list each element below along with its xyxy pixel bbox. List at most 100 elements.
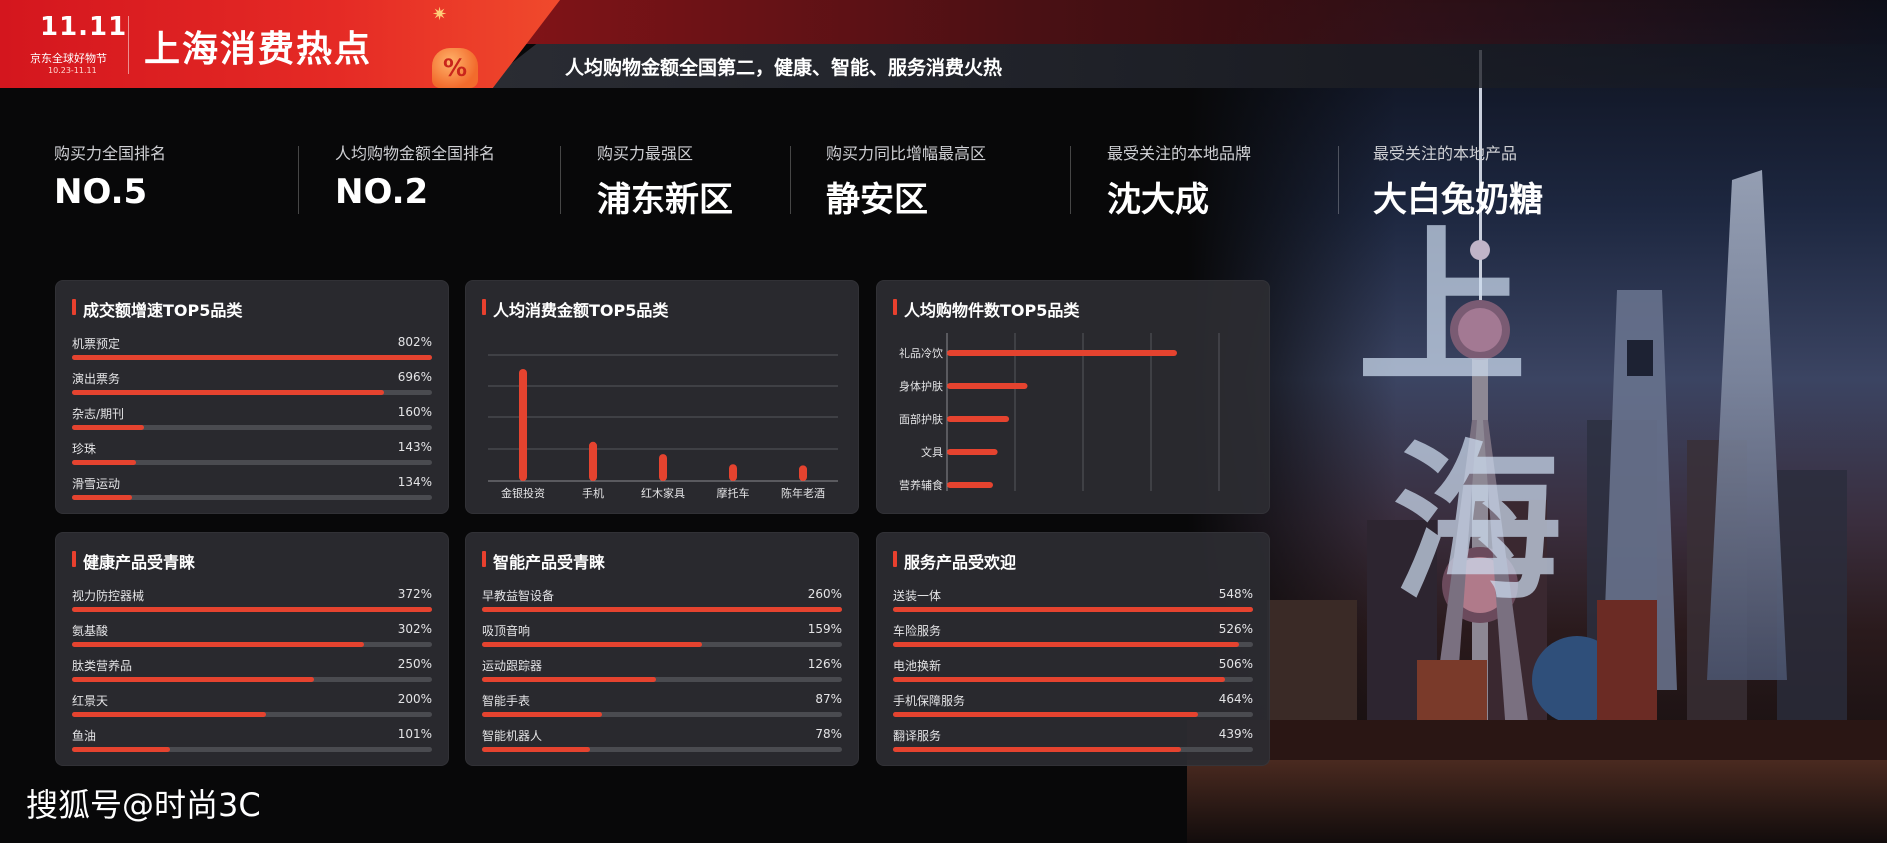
bar-track [893, 747, 1253, 752]
stat-label: 最受关注的本地产品 [1373, 144, 1518, 163]
bar [482, 677, 657, 682]
stat-label: 购买力同比增幅最高区 [826, 144, 987, 163]
category-label: 红景天 [72, 694, 109, 708]
bar-track [893, 712, 1253, 717]
category-label: 肽类营养品 [72, 659, 133, 673]
category-label: 翻译服务 [893, 729, 942, 743]
value-label: 159% [807, 622, 842, 636]
bar-track [72, 607, 432, 612]
stat-divider [1070, 146, 1071, 214]
rank-row: 鱼油 101% [72, 727, 432, 757]
vertical-bar-chart: 金银投资 手机 红木家具 摩托车 陈年老酒 [488, 354, 838, 500]
category-label: 视力防控器械 [72, 589, 145, 603]
value-label: 250% [397, 657, 432, 671]
value-label: 134% [397, 475, 432, 489]
stat-purchasing-rank: 购买力全国排名 NO.5 [54, 140, 166, 220]
x-tick-label: 摩托车 [717, 486, 750, 500]
bar [72, 747, 170, 752]
rank-row: 手机保障服务 464% [893, 692, 1253, 722]
value-label: 526% [1218, 622, 1253, 636]
stat-divider [560, 146, 561, 214]
category-label: 智能手表 [482, 694, 531, 708]
category-label: 车险服务 [893, 624, 942, 638]
stat-growth-district: 购买力同比增幅最高区 静安区 [826, 140, 986, 220]
x-tick-label: 手机 [582, 486, 604, 500]
bar [947, 383, 1028, 389]
bar [893, 607, 1253, 612]
bar [482, 747, 590, 752]
bar [482, 712, 603, 717]
rank-row: 吸顶音响 159% [482, 622, 842, 652]
shanghai-glyph-2: 海 [1392, 426, 1563, 624]
category-label: 机票预定 [72, 337, 121, 351]
bar [589, 441, 597, 481]
stat-strongest-district: 购买力最强区 浦东新区 [597, 140, 733, 220]
category-label: 氨基酸 [72, 624, 109, 638]
x-tick-label: 红木家具 [641, 486, 685, 500]
rank-row: 电池换新 506% [893, 657, 1253, 687]
bar [72, 355, 432, 360]
value-label: 506% [1218, 657, 1253, 671]
rank-row: 翻译服务 439% [893, 727, 1253, 757]
bar [893, 712, 1198, 717]
bar [893, 642, 1239, 647]
shanghai-glyph-1: 上 [1357, 211, 1528, 409]
y-tick-label: 面部护肤 [899, 412, 943, 426]
panel-title: 健康产品受青睐 [72, 549, 195, 573]
bar-track [893, 677, 1253, 682]
bar [729, 464, 737, 481]
panel-service-products: 服务产品受欢迎 送装一体 548% 车险服务 526% 电池换新 506% 手机保障服务 46… [876, 532, 1270, 766]
value-label: 696% [397, 370, 432, 384]
stat-divider [1338, 146, 1339, 214]
stats-row: 购买力全国排名 NO.5 人均购物金额全国排名 NO.2 购买力最强区 浦东新区… [0, 140, 1600, 220]
bar [72, 425, 144, 430]
rank-row: 运动跟踪器 126% [482, 657, 842, 687]
category-label: 滑雪运动 [72, 477, 121, 491]
stat-local-product: 最受关注的本地产品 大白兔奶糖 [1373, 140, 1543, 220]
panel-health-products: 健康产品受青睐 视力防控器械 372% 氨基酸 302% 肽类营养品 250% 红景天 200… [55, 532, 449, 766]
bar [893, 677, 1226, 682]
bar [947, 416, 1010, 422]
bar-track [72, 355, 432, 360]
bar [72, 677, 314, 682]
value-label: 87% [815, 692, 842, 706]
stat-value: NO.5 [54, 172, 148, 212]
stat-value: 静安区 [826, 180, 928, 220]
rank-row: 早教益智设备 260% [482, 587, 842, 617]
bar-track [482, 607, 842, 612]
rank-row: 杂志/期刊 160% [72, 405, 432, 435]
stat-value: 大白兔奶糖 [1373, 180, 1543, 220]
sparkle-icon: ✷ [432, 4, 448, 25]
stat-label: 人均购物金额全国排名 [335, 144, 496, 163]
stat-per-capita-rank: 人均购物金额全国排名 NO.2 [335, 140, 495, 220]
bar [72, 460, 137, 465]
value-label: 260% [807, 587, 842, 601]
stat-divider [790, 146, 791, 214]
jd-logo-date: 10.23-11.11 [48, 66, 97, 75]
panel-per-capita-items: 人均购物件数TOP5品类 礼品冷饮 身体护肤 面部护肤 文具 营养辅食 [876, 280, 1270, 514]
panel-per-capita-spend: 人均消费金额TOP5品类 金银投资 手机 红木家具 摩托车 陈年老酒 [465, 280, 859, 514]
category-label: 电池换新 [893, 659, 942, 673]
value-label: 126% [807, 657, 842, 671]
rank-row: 滑雪运动 134% [72, 475, 432, 505]
bar-track [482, 677, 842, 682]
bar [947, 350, 1177, 356]
bar [72, 495, 133, 500]
rank-row: 送装一体 548% [893, 587, 1253, 617]
page-title: 上海消费热点 [144, 29, 373, 70]
bar [72, 607, 432, 612]
value-label: 548% [1218, 587, 1253, 601]
bar-track [72, 747, 432, 752]
category-label: 运动跟踪器 [482, 659, 543, 673]
bar [947, 449, 998, 455]
x-tick-label: 陈年老酒 [781, 486, 825, 500]
stat-divider [298, 146, 299, 214]
value-label: 200% [397, 692, 432, 706]
category-label: 杂志/期刊 [72, 407, 125, 421]
page-subtitle: 人均购物金额全国第二，健康、智能、服务消费火热 [565, 57, 1003, 79]
value-label: 160% [397, 405, 432, 419]
bar [72, 712, 266, 717]
bar-track [893, 642, 1253, 647]
background-city-image: 上 海 [1187, 0, 1887, 843]
jd-1111-logo: 11.11 [40, 12, 128, 42]
